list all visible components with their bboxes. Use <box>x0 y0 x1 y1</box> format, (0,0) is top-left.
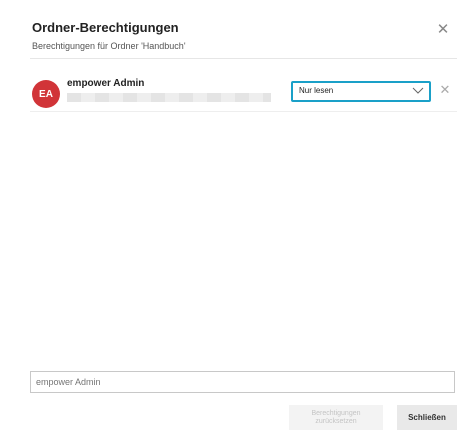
permission-role-select[interactable]: Nur lesen <box>291 81 431 102</box>
add-user-input[interactable] <box>30 371 455 393</box>
dialog-title: Ordner-Berechtigungen <box>32 20 179 35</box>
remove-permission-icon[interactable]: ✕ <box>437 82 453 98</box>
close-button[interactable]: Schließen <box>397 405 457 430</box>
header-divider <box>30 58 457 59</box>
close-icon[interactable]: ✕ <box>435 22 451 38</box>
dialog-subtitle: Berechtigungen für Ordner 'Handbuch' <box>32 41 186 51</box>
permission-role-value: Nur lesen <box>299 86 334 95</box>
user-email-redacted <box>67 93 271 102</box>
avatar: EA <box>32 80 60 108</box>
permissions-dialog: Ordner-Berechtigungen Berechtigungen für… <box>0 0 471 440</box>
chevron-down-icon <box>412 87 424 94</box>
user-name: empower Admin <box>67 78 145 89</box>
reset-permissions-button[interactable]: Berechtigungen zurücksetzen <box>289 405 383 430</box>
permission-row: EA empower Admin Nur lesen ✕ <box>30 73 457 112</box>
